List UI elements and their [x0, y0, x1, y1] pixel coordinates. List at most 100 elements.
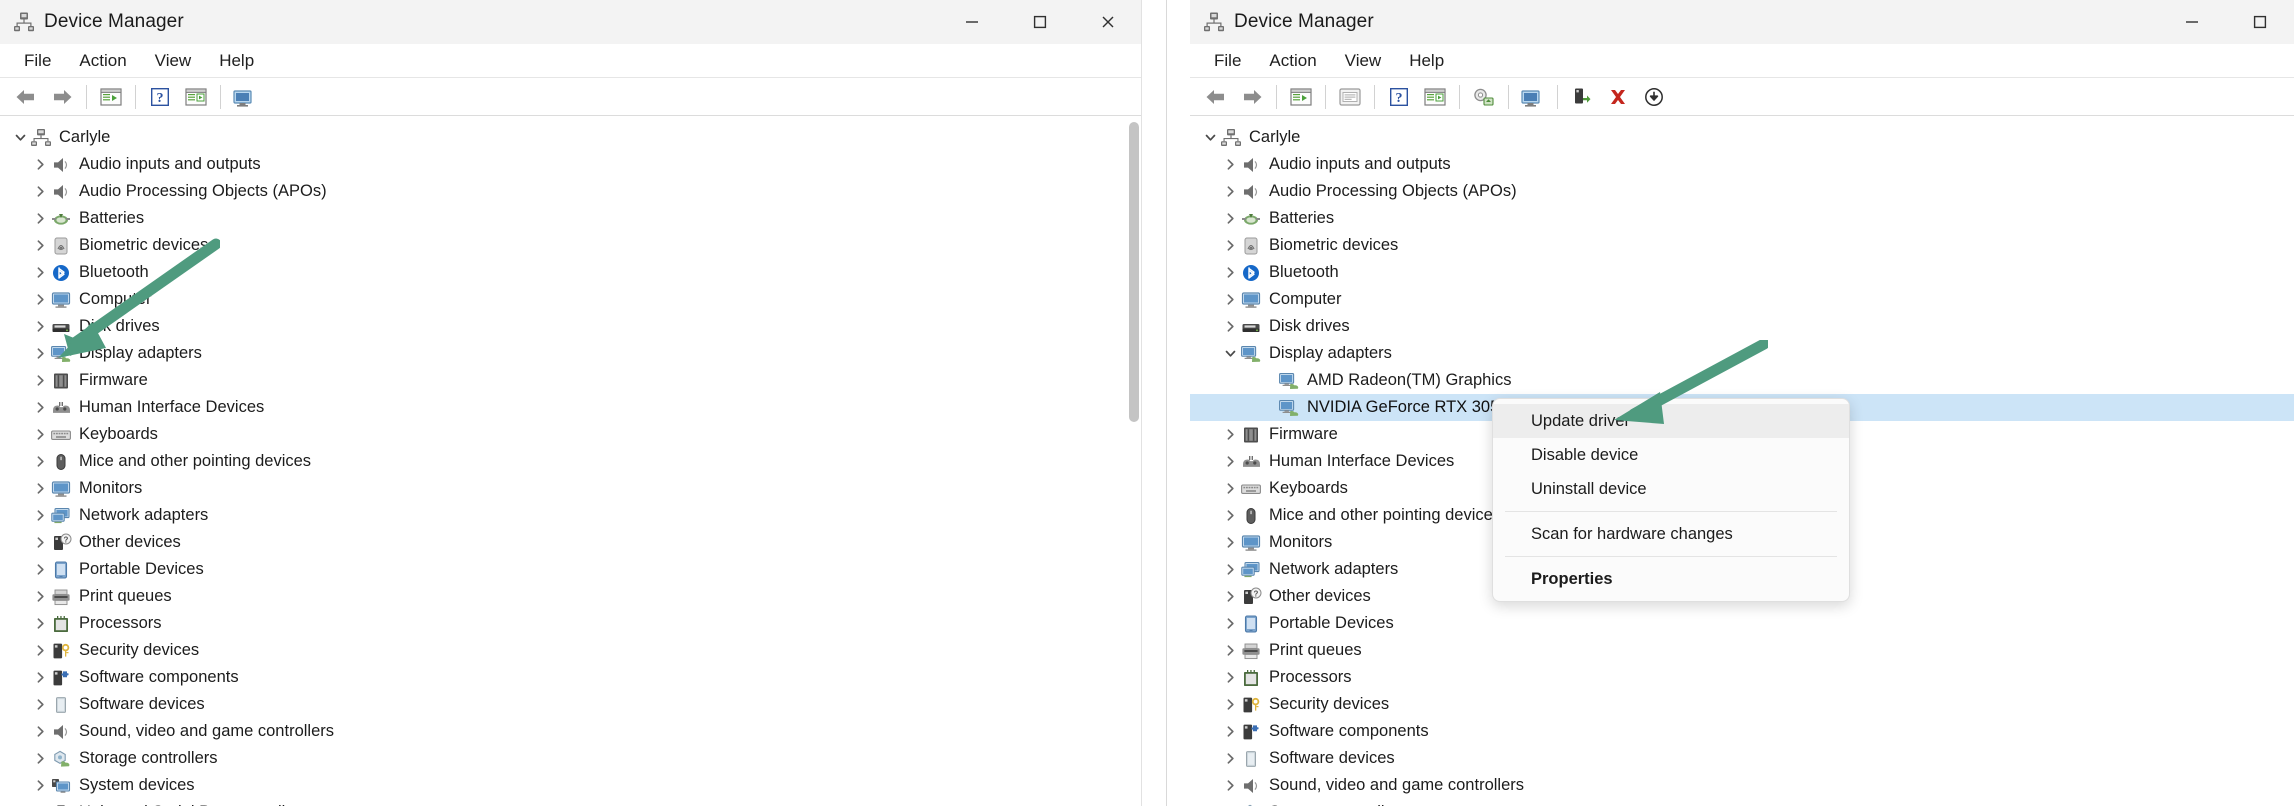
scan-hardware-icon[interactable]: [227, 81, 263, 113]
tree-node[interactable]: Display adapters: [1190, 340, 2294, 367]
forward-arrow-icon[interactable]: [1234, 81, 1270, 113]
scan-hardware-icon[interactable]: [1515, 81, 1551, 113]
minimize-button[interactable]: [2158, 0, 2226, 44]
tree-node[interactable]: Audio inputs and outputs: [0, 151, 1142, 178]
scrollbar-thumb[interactable]: [1129, 122, 1139, 422]
tree-node[interactable]: Computer: [0, 286, 1142, 313]
tree-node[interactable]: Processors: [0, 610, 1142, 637]
tree-node[interactable]: Sound, video and game controllers: [1190, 772, 2294, 799]
tree-node[interactable]: Software devices: [1190, 745, 2294, 772]
chevron-right-icon[interactable]: [1220, 749, 1240, 769]
properties-icon[interactable]: [178, 81, 214, 113]
chevron-right-icon[interactable]: [1220, 263, 1240, 283]
chevron-right-icon[interactable]: [1220, 776, 1240, 796]
context-menu-item-update-driver[interactable]: Update driver: [1493, 404, 1849, 438]
chevron-right-icon[interactable]: [1220, 587, 1240, 607]
enable-device-icon[interactable]: [1564, 81, 1600, 113]
chevron-right-icon[interactable]: [1220, 560, 1240, 580]
tree-node[interactable]: Sound, video and game controllers: [0, 718, 1142, 745]
properties-window-icon[interactable]: [1332, 81, 1368, 113]
tree-node[interactable]: Monitors: [0, 475, 1142, 502]
update-driver-icon[interactable]: [1466, 81, 1502, 113]
tree-node[interactable]: Processors: [1190, 664, 2294, 691]
console-tree-icon[interactable]: [93, 81, 129, 113]
chevron-right-icon[interactable]: [30, 722, 50, 742]
chevron-right-icon[interactable]: [30, 452, 50, 472]
context-menu-item-properties[interactable]: Properties: [1493, 562, 1849, 596]
tree-node[interactable]: Display adapters: [0, 340, 1142, 367]
chevron-right-icon[interactable]: [30, 776, 50, 796]
chevron-right-icon[interactable]: [30, 398, 50, 418]
tree-root-node[interactable]: Carlyle: [1190, 124, 2294, 151]
chevron-right-icon[interactable]: [1220, 479, 1240, 499]
chevron-right-icon[interactable]: [1220, 722, 1240, 742]
tree-node[interactable]: Disk drives: [0, 313, 1142, 340]
chevron-right-icon[interactable]: [30, 668, 50, 688]
chevron-right-icon[interactable]: [1220, 290, 1240, 310]
chevron-right-icon[interactable]: [1220, 317, 1240, 337]
tree-node[interactable]: Disk drives: [1190, 313, 2294, 340]
tree-node[interactable]: Bluetooth: [0, 259, 1142, 286]
forward-arrow-icon[interactable]: [44, 81, 80, 113]
tree-node[interactable]: ? Other devices: [0, 529, 1142, 556]
chevron-right-icon[interactable]: [30, 614, 50, 634]
tree-node[interactable]: Portable Devices: [1190, 610, 2294, 637]
tree-node[interactable]: Software components: [1190, 718, 2294, 745]
properties-icon[interactable]: [1417, 81, 1453, 113]
tree-node[interactable]: Universal Serial Bus controllers: [0, 799, 1142, 806]
chevron-right-icon[interactable]: [1220, 182, 1240, 202]
tree-node[interactable]: Mice and other pointing devices: [0, 448, 1142, 475]
back-arrow-icon[interactable]: [1198, 81, 1234, 113]
tree-node[interactable]: Keyboards: [0, 421, 1142, 448]
chevron-right-icon[interactable]: [30, 479, 50, 499]
tree-node[interactable]: Biometric devices: [0, 232, 1142, 259]
tree-root-node[interactable]: Carlyle: [0, 124, 1142, 151]
chevron-right-icon[interactable]: [30, 749, 50, 769]
tree-node[interactable]: Computer: [1190, 286, 2294, 313]
tree-node[interactable]: Batteries: [1190, 205, 2294, 232]
context-menu-item-scan-for-hardware-changes[interactable]: Scan for hardware changes: [1493, 517, 1849, 551]
tree-node[interactable]: Software components: [0, 664, 1142, 691]
tree-node[interactable]: Storage controllers: [1190, 799, 2294, 806]
tree-node[interactable]: Portable Devices: [0, 556, 1142, 583]
close-button[interactable]: [1074, 0, 1142, 44]
chevron-right-icon[interactable]: [30, 803, 50, 806]
chevron-right-icon[interactable]: [1220, 695, 1240, 715]
chevron-right-icon[interactable]: [30, 695, 50, 715]
chevron-right-icon[interactable]: [1220, 533, 1240, 553]
tree-node[interactable]: Audio Processing Objects (APOs): [1190, 178, 2294, 205]
chevron-right-icon[interactable]: [1220, 425, 1240, 445]
chevron-right-icon[interactable]: [30, 263, 50, 283]
console-tree-icon[interactable]: [1283, 81, 1319, 113]
chevron-right-icon[interactable]: [1220, 209, 1240, 229]
help-icon[interactable]: ?: [142, 81, 178, 113]
tree-node[interactable]: Human Interface Devices: [0, 394, 1142, 421]
chevron-right-icon[interactable]: [30, 641, 50, 661]
chevron-right-icon[interactable]: [30, 533, 50, 553]
tree-node[interactable]: System devices: [0, 772, 1142, 799]
chevron-down-icon[interactable]: [1220, 344, 1240, 364]
chevron-right-icon[interactable]: [1220, 506, 1240, 526]
menu-help[interactable]: Help: [1395, 48, 1458, 74]
menu-file[interactable]: File: [1200, 48, 1255, 74]
tree-node[interactable]: Print queues: [1190, 637, 2294, 664]
chevron-right-icon[interactable]: [30, 425, 50, 445]
tree-node[interactable]: Print queues: [0, 583, 1142, 610]
tree-node[interactable]: Biometric devices: [1190, 232, 2294, 259]
disable-device-icon[interactable]: [1636, 81, 1672, 113]
chevron-right-icon[interactable]: [30, 344, 50, 364]
tree-node[interactable]: Storage controllers: [0, 745, 1142, 772]
context-menu-item-disable-device[interactable]: Disable device: [1493, 438, 1849, 472]
maximize-button[interactable]: [1006, 0, 1074, 44]
chevron-right-icon[interactable]: [30, 236, 50, 256]
tree-node[interactable]: Software devices: [0, 691, 1142, 718]
tree-node[interactable]: Audio inputs and outputs: [1190, 151, 2294, 178]
chevron-down-icon[interactable]: [1200, 128, 1220, 148]
menu-view[interactable]: View: [1331, 48, 1396, 74]
tree-node[interactable]: Firmware: [0, 367, 1142, 394]
vertical-scrollbar-left[interactable]: [1126, 116, 1142, 806]
chevron-right-icon[interactable]: [1220, 668, 1240, 688]
chevron-right-icon[interactable]: [1220, 236, 1240, 256]
menu-action[interactable]: Action: [1255, 48, 1330, 74]
back-arrow-icon[interactable]: [8, 81, 44, 113]
